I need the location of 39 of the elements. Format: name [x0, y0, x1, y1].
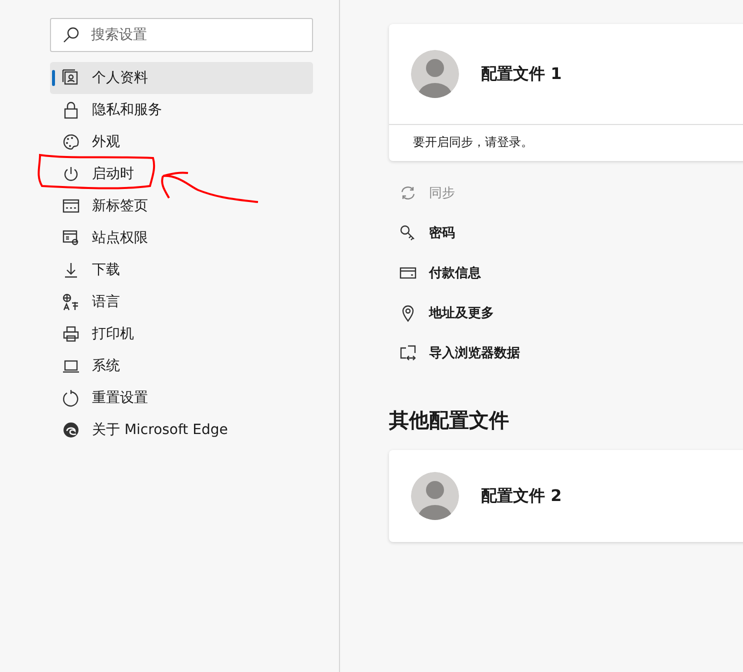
sidebar-item[interactable]: 下载	[50, 254, 313, 286]
sidebar-item[interactable]: 语言	[50, 286, 313, 318]
site-settings-icon	[62, 229, 80, 247]
key-icon	[399, 224, 417, 242]
search-icon	[62, 26, 80, 44]
sidebar-item[interactable]: 个人资料	[50, 62, 313, 94]
avatar-icon	[411, 50, 459, 98]
profile-card-icon	[62, 69, 80, 87]
sidebar-item[interactable]: 站点权限	[50, 222, 313, 254]
section-heading: 其他配置文件	[389, 407, 510, 434]
printer-icon	[62, 325, 80, 343]
reset-icon	[62, 389, 80, 407]
download-icon	[62, 261, 80, 279]
power-icon	[62, 165, 80, 183]
sync-icon	[399, 184, 417, 202]
edge-logo-icon	[62, 421, 80, 439]
profile-option[interactable]: 导入浏览器数据	[389, 333, 743, 373]
profile-option[interactable]: 密码	[389, 213, 743, 253]
profile-name: 配置文件 1	[481, 64, 562, 84]
selection-indicator	[52, 70, 55, 86]
search-field[interactable]: 搜索设置	[50, 18, 313, 52]
sidebar-item[interactable]: 外观	[50, 126, 313, 158]
avatar-icon	[411, 472, 459, 520]
profile-option[interactable]: 付款信息	[389, 253, 743, 293]
sidebar-item[interactable]: 系统	[50, 350, 313, 382]
sidebar-item[interactable]: 隐私和服务	[50, 94, 313, 126]
sidebar-item[interactable]: 关于 Microsoft Edge	[50, 414, 313, 446]
sign-in-hint: 要开启同步，请登录。	[413, 135, 533, 149]
sidebar-item[interactable]: 新标签页	[50, 190, 313, 222]
lock-icon	[62, 101, 80, 119]
import-icon	[399, 344, 417, 362]
profile-option[interactable]: 地址及更多	[389, 293, 743, 333]
sidebar-item[interactable]: 重置设置	[50, 382, 313, 414]
palette-icon	[62, 133, 80, 151]
sidebar-item[interactable]: 启动时	[50, 158, 313, 190]
tab-page-icon	[62, 197, 80, 215]
language-icon	[62, 293, 80, 311]
sidebar-item[interactable]: 打印机	[50, 318, 313, 350]
profile-name: 配置文件 2	[481, 486, 562, 506]
